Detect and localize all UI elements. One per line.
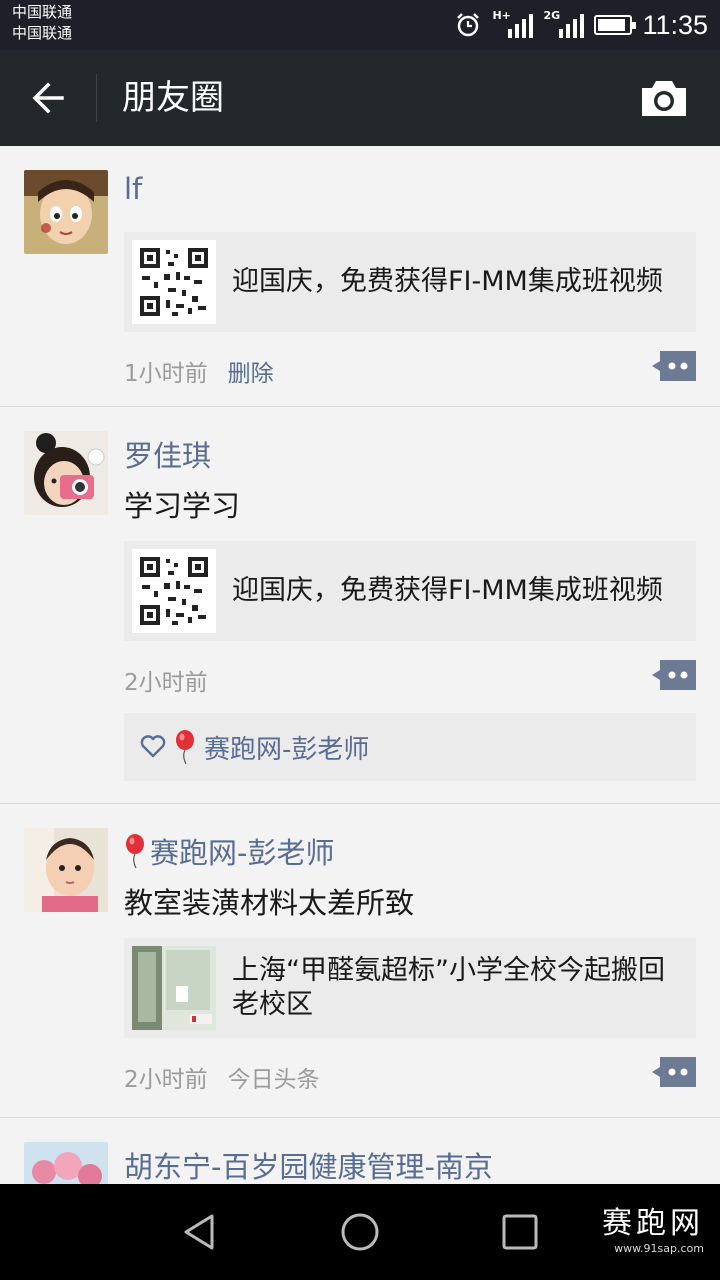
post-source[interactable]: 今日头条 [228, 1060, 320, 1094]
qr-code-thumbnail [132, 240, 216, 324]
post-meta: 2小时前 今日头条 [124, 1060, 320, 1094]
likes-bar: 赛跑网-彭老师 [124, 713, 696, 781]
poster-name[interactable]: 罗佳琪 [124, 433, 211, 475]
moments-feed[interactable]: lf 迎国庆，免费获得FI-MM集成班视频 1小时前 删除 罗佳琪 学习学习 迎… [0, 146, 720, 1184]
balloon-icon [126, 834, 144, 868]
poster-name[interactable]: 赛跑网-彭老师 [150, 830, 334, 872]
delete-link[interactable]: 删除 [228, 354, 274, 388]
heart-icon [140, 735, 166, 758]
liker-name[interactable]: 赛跑网-彭老师 [204, 729, 369, 766]
avatar[interactable] [24, 1142, 108, 1184]
status-bar: 中国联通 中国联通 H+ 2G 11:35 [0, 0, 720, 50]
signal-tag-1: H+ [492, 9, 511, 22]
post-time: 2小时前 [124, 1067, 208, 1093]
comment-icon[interactable] [652, 660, 696, 690]
qr-code-thumbnail [132, 549, 216, 633]
status-time: 11:35 [642, 9, 708, 40]
avatar[interactable] [24, 431, 108, 515]
battery-icon [594, 15, 637, 35]
system-nav-bar: 赛跑网 www.91sap.com [0, 1184, 720, 1280]
link-card[interactable]: 迎国庆，免费获得FI-MM集成班视频 [124, 541, 696, 641]
article-thumbnail [132, 946, 216, 1030]
comment-icon[interactable] [652, 351, 696, 381]
post-time: 2小时前 [124, 670, 208, 696]
avatar[interactable] [24, 170, 108, 254]
link-card[interactable]: 上海“甲醛氨超标”小学全校今起搬回老校区 [124, 938, 696, 1038]
back-triangle-icon[interactable] [178, 1210, 222, 1254]
post-meta: 1小时前 删除 [124, 354, 274, 388]
post-time: 1小时前 [124, 361, 208, 387]
battery-fill [598, 19, 626, 31]
carrier-label-2: 中国联通 [12, 24, 73, 42]
watermark: 赛跑网 www.91sap.com [602, 1198, 704, 1255]
arrow-left-icon[interactable] [28, 78, 68, 118]
top-bar: 朋友圈 [0, 50, 720, 146]
poster-name-row[interactable]: 赛跑网-彭老师 [124, 830, 334, 872]
balloon-icon [176, 730, 194, 764]
post-meta: 2小时前 [124, 663, 208, 697]
moment-post: 胡东宁-百岁园健康管理-南京 [0, 1118, 720, 1184]
header-divider [96, 74, 97, 122]
home-circle-icon[interactable] [338, 1210, 382, 1254]
link-title: 迎国庆，免费获得FI-MM集成班视频 [232, 575, 663, 606]
link-title: 迎国庆，免费获得FI-MM集成班视频 [232, 266, 663, 297]
moment-post: 罗佳琪 学习学习 迎国庆，免费获得FI-MM集成班视频 2小时前 赛跑网-彭老师 [0, 407, 720, 804]
watermark-url: www.91sap.com [614, 1242, 704, 1255]
camera-icon[interactable] [638, 74, 690, 122]
moment-post: 赛跑网-彭老师 教室装潢材料太差所致 上海“甲醛氨超标”小学全校今起搬回老校区 … [0, 804, 720, 1118]
signal-tag-2: 2G [543, 9, 561, 22]
avatar[interactable] [24, 828, 108, 912]
signal-icon: 2G [543, 9, 585, 38]
alarm-icon [457, 13, 480, 37]
poster-name[interactable]: lf [124, 172, 142, 206]
poster-name[interactable]: 胡东宁-百岁园健康管理-南京 [124, 1144, 493, 1184]
moment-post: lf 迎国庆，免费获得FI-MM集成班视频 1小时前 删除 [0, 146, 720, 407]
signal-icon: H+ [492, 9, 534, 38]
post-text: 学习学习 [124, 489, 241, 523]
comment-icon[interactable] [652, 1057, 696, 1087]
watermark-title: 赛跑网 [602, 1206, 704, 1241]
link-title: 上海“甲醛氨超标”小学全校今起搬回老校区 [232, 955, 665, 1020]
page-title: 朋友圈 [122, 78, 224, 118]
link-card[interactable]: 迎国庆，免费获得FI-MM集成班视频 [124, 232, 696, 332]
carrier-label-1: 中国联通 [12, 3, 73, 21]
recents-square-icon[interactable] [498, 1210, 542, 1254]
post-text: 教室装潢材料太差所致 [124, 886, 415, 920]
